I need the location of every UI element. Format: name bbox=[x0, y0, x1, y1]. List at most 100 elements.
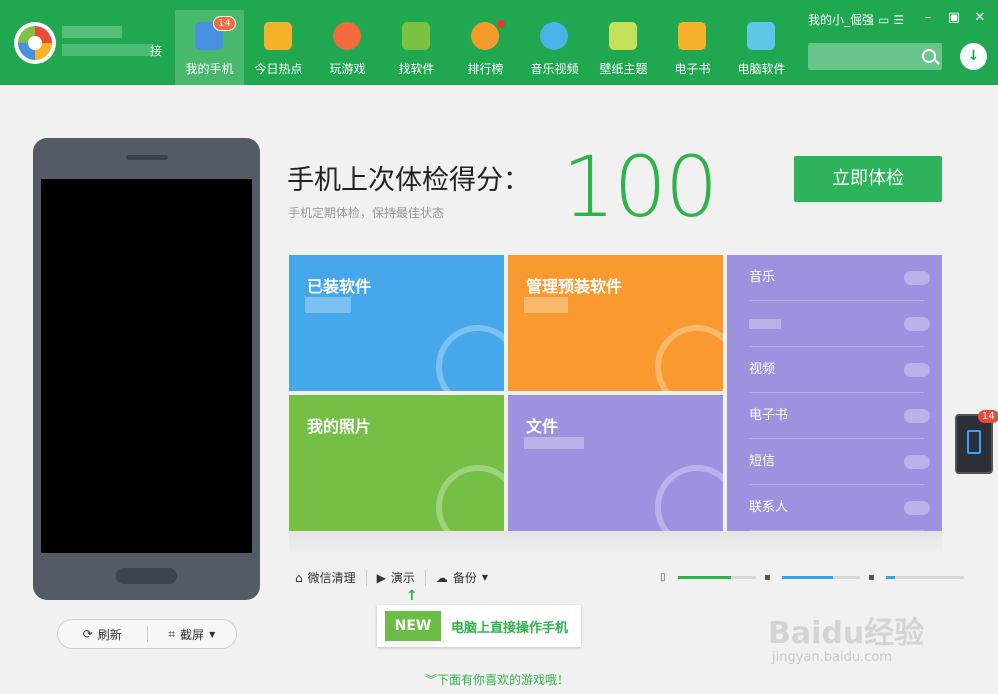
storage-bars: ▯ ▪ ▪ bbox=[660, 572, 964, 583]
backup-button[interactable]: ☁ 备份 ▼ bbox=[426, 569, 498, 586]
media-list-item[interactable]: 视频 bbox=[749, 347, 930, 393]
nav-item-0[interactable]: 我的手机 14 bbox=[175, 10, 244, 85]
nav-item-8[interactable]: 电脑软件 bbox=[727, 10, 796, 85]
promo-text: 电脑上直接操作手机 bbox=[451, 620, 569, 636]
sd-card-icon: ▪ bbox=[764, 572, 771, 583]
phone-small-icon: ▯ bbox=[660, 572, 666, 583]
media-list-item[interactable]: 短信 bbox=[749, 439, 930, 485]
nav-item-label: 我的手机 bbox=[185, 62, 234, 76]
nav-item-label: 音乐视频 bbox=[530, 62, 579, 76]
phone-speaker bbox=[126, 155, 168, 160]
nav-item-6[interactable]: 壁纸主题 bbox=[589, 10, 658, 85]
close-icon[interactable]: ✕ bbox=[972, 10, 988, 26]
book-icon bbox=[678, 22, 706, 50]
nav-item-5[interactable]: 音乐视频 bbox=[520, 10, 589, 85]
tile-installed-apps[interactable]: 已装软件 bbox=[289, 255, 504, 391]
nav-item-1[interactable]: 今日热点 bbox=[244, 10, 313, 85]
battery-icon bbox=[967, 430, 981, 454]
demo-button[interactable]: ▶ 演示 bbox=[367, 569, 425, 586]
phone-actions: ⟳ 刷新 ⌗ 截屏 ▼ bbox=[57, 619, 237, 649]
refresh-icon: ⟳ bbox=[82, 627, 93, 641]
nav-item-label: 找软件 bbox=[398, 62, 435, 76]
cloud-icon: ☁ bbox=[435, 570, 448, 585]
more-games-link[interactable]: ︾下面有你喜欢的游戏哦！ bbox=[425, 671, 569, 688]
tile-my-photos[interactable]: 我的照片 bbox=[289, 395, 504, 531]
media-list-item[interactable]: 联系人 bbox=[749, 485, 930, 531]
nav-item-label: 壁纸主题 bbox=[599, 62, 648, 76]
storage-bar bbox=[886, 576, 964, 579]
toggle-icon bbox=[904, 271, 930, 285]
gamepad-icon bbox=[333, 22, 361, 50]
check-now-button[interactable]: 立即体检 bbox=[794, 156, 942, 202]
nav-item-label: 玩游戏 bbox=[329, 62, 366, 76]
nav-item-label: 电脑软件 bbox=[737, 62, 786, 76]
score-subtitle: 手机定期体检，保持最佳状态 bbox=[288, 206, 445, 220]
tile-files[interactable]: 文件 bbox=[508, 395, 723, 531]
notification-dot bbox=[497, 20, 505, 28]
media-list-item[interactable]: 音乐 bbox=[749, 255, 930, 301]
photo-icon bbox=[436, 465, 504, 531]
main-nav: 我的手机 14 今日热点 玩游戏 找软件 排行榜 音乐视频 壁纸主题 电子书 电脑软件 bbox=[175, 10, 796, 85]
phone-screen[interactable] bbox=[41, 179, 252, 553]
watermark: Baidu经验 bbox=[768, 616, 925, 651]
refresh-button[interactable]: ⟳ 刷新 bbox=[58, 626, 147, 643]
android-icon bbox=[402, 22, 430, 50]
tile-preinstalled-apps[interactable]: 管理预装软件 bbox=[508, 255, 723, 391]
media-list-item[interactable] bbox=[749, 301, 930, 347]
broom-icon: ⌂ bbox=[295, 570, 303, 585]
nav-item-4[interactable]: 排行榜 bbox=[451, 10, 520, 85]
storage-bar bbox=[782, 576, 860, 579]
wrench-icon bbox=[655, 325, 723, 391]
toggle-icon bbox=[904, 455, 930, 469]
promo-remote-control[interactable]: NEW 电脑上直接操作手机 bbox=[377, 605, 581, 647]
chevron-down-icon: ▼ bbox=[209, 629, 216, 639]
search-icon[interactable] bbox=[922, 49, 936, 63]
watermark-url: jingyan.baidu.com bbox=[772, 650, 892, 665]
medal-icon bbox=[471, 22, 499, 50]
phone-preview bbox=[33, 138, 260, 600]
toggle-icon bbox=[904, 501, 930, 515]
window-controls: – ▣ ✕ bbox=[920, 10, 988, 26]
toggle-icon bbox=[904, 363, 930, 377]
star-folder-icon bbox=[264, 22, 292, 50]
app-logo[interactable] bbox=[14, 22, 56, 64]
play-box-icon: ▶ bbox=[376, 570, 386, 585]
search-input[interactable] bbox=[808, 43, 942, 70]
nav-item-7[interactable]: 电子书 bbox=[658, 10, 727, 85]
update-badge: 14 bbox=[213, 16, 236, 31]
user-name[interactable]: 我的小_倔强 bbox=[808, 11, 874, 28]
download-icon[interactable]: ↓ bbox=[960, 43, 987, 70]
windows-icon bbox=[747, 22, 775, 50]
nav-item-3[interactable]: 找软件 bbox=[382, 10, 451, 85]
nav-item-label: 电子书 bbox=[674, 62, 711, 76]
menu-icon[interactable]: ☰ bbox=[893, 13, 904, 27]
folder-icon bbox=[655, 465, 723, 531]
storage-bar bbox=[678, 576, 756, 579]
toggle-icon bbox=[904, 409, 930, 423]
account-area[interactable]: 接 bbox=[58, 20, 168, 64]
user-area[interactable]: 我的小_倔强 ▭ ☰ bbox=[808, 11, 904, 28]
account-suffix: 接 bbox=[150, 44, 163, 58]
crop-icon: ⌗ bbox=[168, 626, 176, 641]
side-widget-badge: 14 bbox=[978, 410, 998, 423]
score-value: 100 bbox=[562, 138, 718, 236]
maximize-icon[interactable]: ▣ bbox=[946, 10, 962, 26]
minimize-icon[interactable]: – bbox=[920, 10, 936, 26]
double-chevron-down-icon: ︾ bbox=[425, 673, 438, 687]
phone-home-button bbox=[116, 568, 177, 584]
nav-item-2[interactable]: 玩游戏 bbox=[313, 10, 382, 85]
sd-card-icon: ▪ bbox=[868, 572, 875, 583]
nav-item-label: 今日热点 bbox=[254, 62, 303, 76]
nav-item-label: 排行榜 bbox=[467, 62, 504, 76]
tile-media-list: 音乐视频 电子书 短信 联系人 bbox=[727, 255, 942, 531]
grid-icon bbox=[436, 325, 504, 391]
message-icon[interactable]: ▭ bbox=[878, 13, 889, 27]
chevron-down-icon: ▼ bbox=[481, 573, 489, 582]
phone-tools: ⌂ 微信清理 ▶ 演示 ☁ 备份 ▼ bbox=[295, 569, 498, 586]
top-bar: 接 我的手机 14 今日热点 玩游戏 找软件 排行榜 音乐视频 壁纸主题 电子书 电脑软件 我的小… bbox=[0, 0, 998, 85]
side-phone-widget[interactable] bbox=[955, 414, 993, 474]
screenshot-button[interactable]: ⌗ 截屏 ▼ bbox=[148, 626, 237, 643]
wechat-clean-button[interactable]: ⌂ 微信清理 bbox=[295, 569, 366, 586]
media-list-item[interactable]: 电子书 bbox=[749, 393, 930, 439]
wallpaper-icon bbox=[609, 22, 637, 50]
